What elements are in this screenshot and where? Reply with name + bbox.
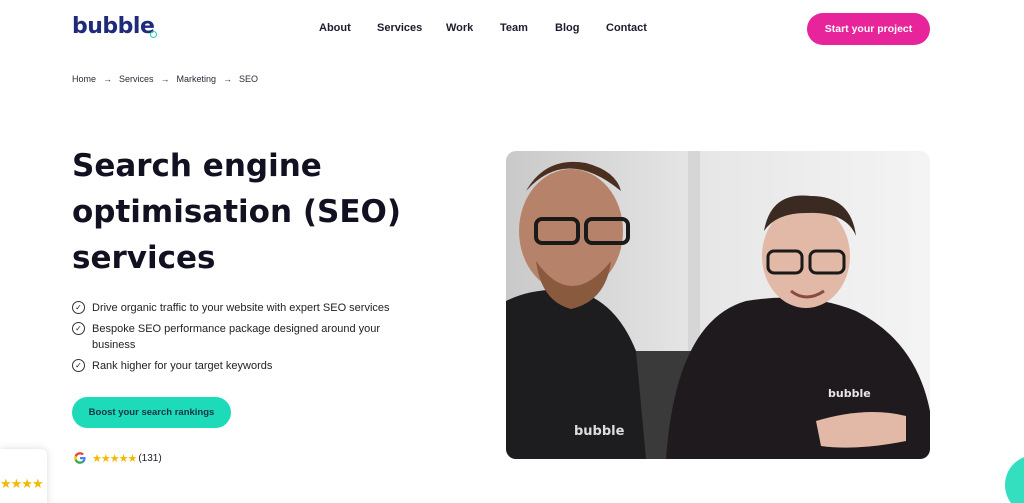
shirt-logo-text: bubble xyxy=(828,387,871,400)
chat-launcher-button[interactable] xyxy=(1005,455,1024,503)
site-header: bubble About Services Work Team Blog Con… xyxy=(0,0,1024,58)
feature-text: Drive organic traffic to your website wi… xyxy=(92,302,390,314)
breadcrumb-marketing[interactable]: Marketing xyxy=(177,74,217,84)
breadcrumb-home[interactable]: Home xyxy=(72,74,96,84)
google-icon xyxy=(74,452,86,464)
breadcrumb-services[interactable]: Services xyxy=(119,74,154,84)
arrow-right-icon: → xyxy=(103,74,113,84)
feature-item: ✓ Drive organic traffic to your website … xyxy=(72,300,412,316)
reviews-widget[interactable]: ★★★★ xyxy=(0,449,47,503)
arrow-right-icon: → xyxy=(223,74,233,84)
star-icon: ★★★★ xyxy=(0,476,44,491)
page: bubble About Services Work Team Blog Con… xyxy=(0,0,1024,503)
nav-services[interactable]: Services xyxy=(377,22,422,34)
nav-work[interactable]: Work xyxy=(446,22,473,34)
review-count: (131) xyxy=(138,452,162,464)
google-rating[interactable]: ★★★★★ (131) xyxy=(73,451,162,465)
feature-text: Bespoke SEO performance package designed… xyxy=(92,323,381,351)
check-circle-icon: ✓ xyxy=(72,359,85,372)
arrow-right-icon: → xyxy=(160,74,170,84)
team-photo-illustration: bubble bubble xyxy=(506,151,930,459)
nav-team[interactable]: Team xyxy=(500,22,528,34)
nav-blog[interactable]: Blog xyxy=(555,22,579,34)
logo-dot-icon xyxy=(150,31,157,38)
breadcrumb: Home → Services → Marketing → SEO xyxy=(72,74,258,84)
feature-item: ✓ Rank higher for your target keywords xyxy=(72,358,412,374)
feature-list: ✓ Drive organic traffic to your website … xyxy=(72,300,412,379)
bubble-logo[interactable]: bubble xyxy=(72,14,155,39)
nav-contact[interactable]: Contact xyxy=(606,22,647,34)
feature-item: ✓ Bespoke SEO performance package design… xyxy=(72,321,412,353)
breadcrumb-current: SEO xyxy=(239,74,259,84)
boost-rankings-button[interactable]: Boost your search rankings xyxy=(72,397,231,428)
shirt-logo-text: bubble xyxy=(574,424,625,439)
feature-text: Rank higher for your target keywords xyxy=(92,360,273,372)
team-photo: bubble bubble xyxy=(506,151,930,459)
page-title: Search engine optimisation (SEO) service… xyxy=(72,148,402,276)
nav-about[interactable]: About xyxy=(319,22,351,34)
check-circle-icon: ✓ xyxy=(72,322,85,335)
start-project-button[interactable]: Start your project xyxy=(807,13,930,45)
star-icon: ★★★★★ xyxy=(92,452,137,465)
check-circle-icon: ✓ xyxy=(72,301,85,314)
